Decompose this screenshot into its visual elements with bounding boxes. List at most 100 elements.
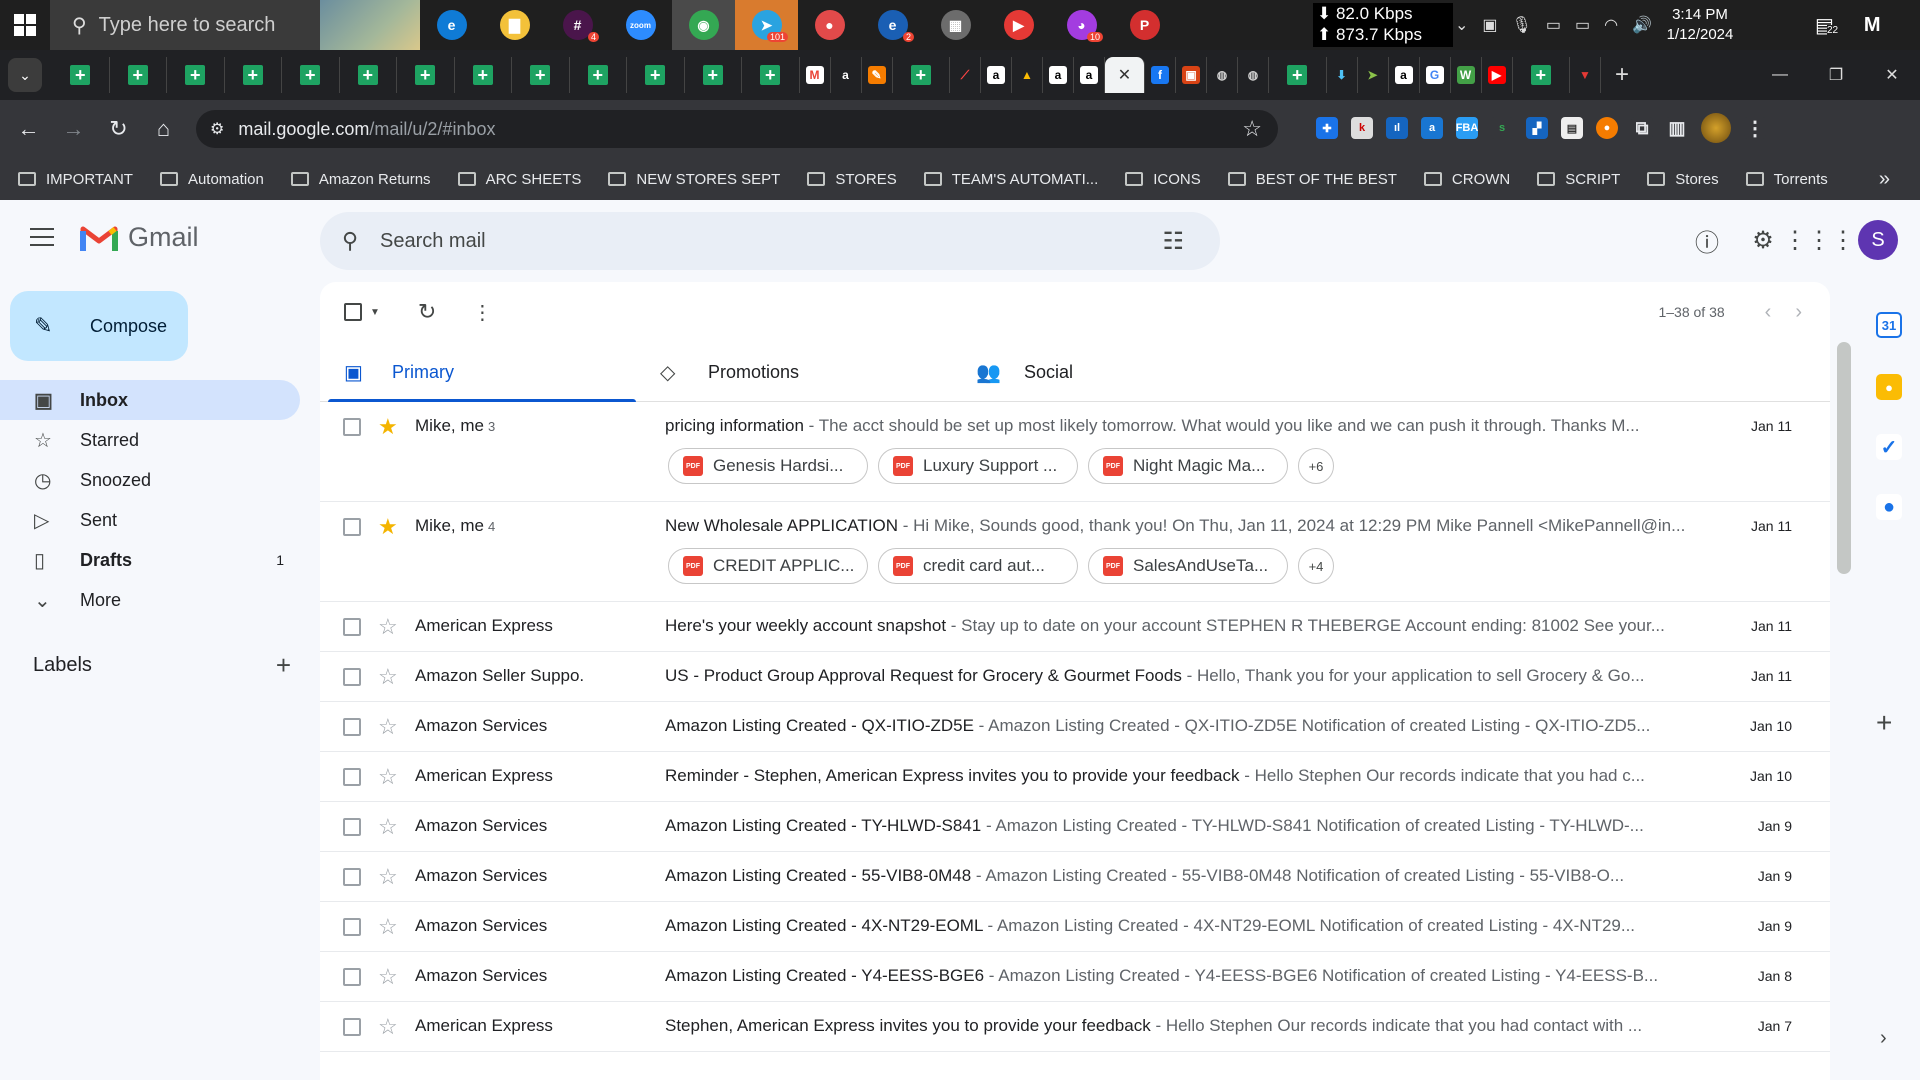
- browser-tab[interactable]: ◍: [1238, 57, 1269, 93]
- taskbar-app[interactable]: e: [420, 0, 483, 50]
- reload-button[interactable]: ↻: [96, 109, 141, 149]
- bookmark-folder[interactable]: NEW STORES SEPT: [608, 171, 780, 188]
- bookmark-folder[interactable]: Amazon Returns: [290, 171, 431, 188]
- browser-tab[interactable]: +: [1513, 57, 1570, 93]
- star-icon[interactable]: ☆: [378, 614, 398, 640]
- browser-tab[interactable]: M: [800, 57, 831, 93]
- extension-icon[interactable]: ▤: [1561, 117, 1583, 139]
- select-all-checkbox[interactable]: [344, 303, 362, 321]
- email-row[interactable]: ☆ American Express Stephen, American Expre…: [320, 1002, 1830, 1052]
- search-options-icon[interactable]: ☷: [1162, 227, 1184, 256]
- browser-tab[interactable]: a: [831, 57, 862, 93]
- extension-icon[interactable]: FBA: [1456, 117, 1478, 139]
- bookmark-folder[interactable]: STORES: [807, 171, 897, 188]
- star-icon[interactable]: ☆: [378, 664, 398, 690]
- star-icon[interactable]: ☆: [378, 714, 398, 740]
- sidebar-item-starred[interactable]: ☆ Starred: [0, 420, 300, 460]
- taskbar-clock[interactable]: 3:14 PM 1/12/2024: [1640, 5, 1760, 45]
- select-dropdown-icon[interactable]: ▼: [370, 307, 380, 318]
- sidebar-item-inbox[interactable]: ▣ Inbox: [0, 380, 300, 420]
- star-icon[interactable]: ☆: [378, 964, 398, 990]
- attachment-chip[interactable]: PDF credit card aut...: [878, 548, 1078, 584]
- bookmark-folder[interactable]: CROWN: [1423, 171, 1510, 188]
- home-button[interactable]: ⌂: [141, 109, 186, 149]
- star-icon[interactable]: ★: [378, 414, 398, 440]
- contacts-icon[interactable]: ●: [1876, 494, 1902, 520]
- browser-tab[interactable]: ▣: [1176, 57, 1207, 93]
- browser-tab[interactable]: f: [1145, 57, 1176, 93]
- email-row[interactable]: ☆ Amazon Services Amazon Listing Created -…: [320, 902, 1830, 952]
- row-checkbox[interactable]: [343, 718, 361, 736]
- email-row[interactable]: ☆ Amazon Services Amazon Listing Created -…: [320, 952, 1830, 1002]
- wifi-icon[interactable]: ◠: [1604, 15, 1618, 35]
- sidebar-item-more[interactable]: ⌄ More: [0, 580, 300, 620]
- browser-tab[interactable]: +: [627, 57, 685, 93]
- gmail-logo[interactable]: Gmail: [80, 222, 199, 253]
- bookmark-folder[interactable]: ARC SHEETS: [457, 171, 581, 188]
- browser-tab[interactable]: +: [340, 57, 397, 93]
- mail-search-bar[interactable]: ⚲ Search mail ☷: [320, 212, 1220, 270]
- attachment-chip[interactable]: PDF Luxury Support ...: [878, 448, 1078, 484]
- compose-button[interactable]: ✎ Compose: [10, 291, 188, 361]
- row-checkbox[interactable]: [343, 918, 361, 936]
- row-checkbox[interactable]: [343, 1018, 361, 1036]
- browser-tab[interactable]: ⟋: [950, 57, 981, 93]
- bookmark-star-icon[interactable]: ☆: [1242, 116, 1262, 142]
- bookmark-folder[interactable]: TEAM'S AUTOMATI...: [923, 171, 1098, 188]
- email-row[interactable]: ☆ American Express Reminder - Stephen, Ame…: [320, 752, 1830, 802]
- taskbar-app[interactable]: #4: [546, 0, 609, 50]
- browser-tab[interactable]: +: [282, 57, 340, 93]
- browser-tab[interactable]: ✕: [1105, 57, 1145, 93]
- extension-icon[interactable]: s: [1491, 117, 1513, 139]
- star-icon[interactable]: ☆: [378, 1014, 398, 1040]
- row-checkbox[interactable]: [343, 868, 361, 886]
- tasks-icon[interactable]: ✓: [1876, 434, 1902, 460]
- browser-tab[interactable]: +: [742, 57, 800, 93]
- new-tab-button[interactable]: +: [1615, 61, 1629, 89]
- browser-tab[interactable]: +: [685, 57, 742, 93]
- create-label-plus-icon[interactable]: +: [276, 650, 291, 681]
- row-checkbox[interactable]: [343, 968, 361, 986]
- desktop-user-icon[interactable]: M: [1864, 14, 1881, 37]
- calendar-icon[interactable]: 31: [1876, 312, 1902, 338]
- email-row[interactable]: ☆ American Express Here's your weekly acco…: [320, 602, 1830, 652]
- star-icon[interactable]: ☆: [378, 864, 398, 890]
- taskbar-app[interactable]: P: [1113, 0, 1176, 50]
- browser-tab[interactable]: W: [1451, 57, 1482, 93]
- apps-grid-icon[interactable]: ⋮⋮⋮: [1783, 223, 1855, 257]
- extension-icon[interactable]: ✚: [1316, 117, 1338, 139]
- bookmarks-overflow-icon[interactable]: »: [1879, 168, 1890, 191]
- browser-tab[interactable]: +: [225, 57, 282, 93]
- attachment-chip[interactable]: PDF Night Magic Ma...: [1088, 448, 1288, 484]
- bookmark-folder[interactable]: BEST OF THE BEST: [1227, 171, 1397, 188]
- battery-icon[interactable]: ▭: [1575, 15, 1590, 35]
- attachment-chip[interactable]: PDF Genesis Hardsi...: [668, 448, 868, 484]
- notifications-icon[interactable]: ▤ 22: [1815, 13, 1839, 38]
- hide-side-panel-chevron-icon[interactable]: ›: [1880, 1027, 1887, 1050]
- extension-icon[interactable]: ıl: [1386, 117, 1408, 139]
- row-checkbox[interactable]: [343, 618, 361, 636]
- taskbar-app[interactable]: ▶: [987, 0, 1050, 50]
- row-checkbox[interactable]: [343, 518, 361, 536]
- browser-tab[interactable]: +: [455, 57, 512, 93]
- bookmark-folder[interactable]: ICONS: [1125, 171, 1201, 188]
- chrome-profile-avatar[interactable]: [1701, 113, 1731, 143]
- browser-tab[interactable]: +: [167, 57, 225, 93]
- settings-gear-icon[interactable]: ⚙: [1746, 223, 1780, 257]
- sidebar-item-sent[interactable]: ▷ Sent: [0, 500, 300, 540]
- email-row[interactable]: ☆ Amazon Services Amazon Listing Created -…: [320, 852, 1830, 902]
- email-row[interactable]: ★ Mike, me 3 pricing information - The acct…: [320, 402, 1830, 502]
- star-icon[interactable]: ★: [378, 514, 398, 540]
- refresh-icon[interactable]: ↻: [418, 299, 436, 325]
- taskbar-search[interactable]: ⚲ Type here to search: [50, 0, 420, 50]
- taskbar-app[interactable]: e2: [861, 0, 924, 50]
- email-list-scrollbar[interactable]: [1837, 342, 1851, 574]
- browser-tab[interactable]: +: [570, 57, 627, 93]
- chevron-up-icon[interactable]: ⌄: [1455, 15, 1468, 35]
- browser-tab[interactable]: ✎: [862, 57, 893, 93]
- browser-tab[interactable]: +: [512, 57, 570, 93]
- display-icon[interactable]: ▭: [1546, 15, 1561, 35]
- close-window-button[interactable]: ✕: [1864, 50, 1920, 100]
- start-button[interactable]: [0, 0, 50, 50]
- search-icon[interactable]: ⚲: [320, 228, 380, 254]
